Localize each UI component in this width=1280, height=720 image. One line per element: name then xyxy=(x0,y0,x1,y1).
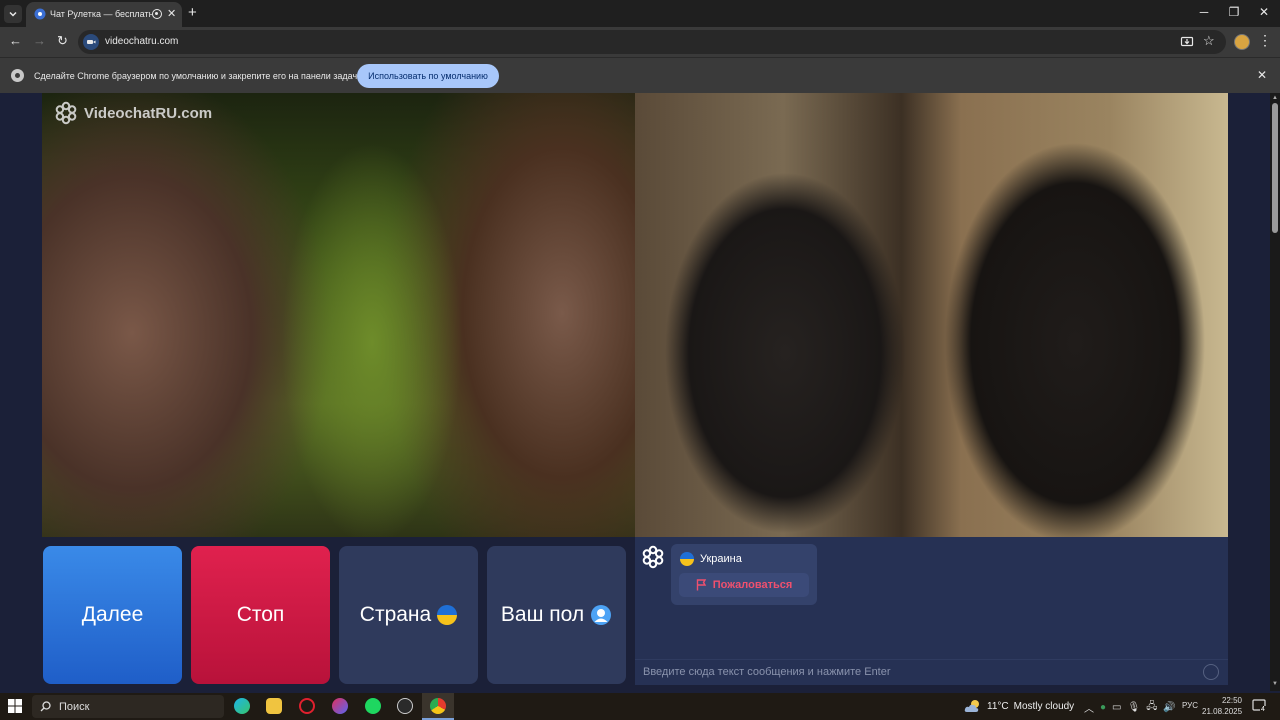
steam-icon[interactable] xyxy=(397,698,413,714)
bookmark-star-icon[interactable]: ☆ xyxy=(1203,33,1215,49)
search-label: Поиск xyxy=(59,700,90,713)
battery-icon[interactable]: ▭ xyxy=(1112,702,1121,713)
site-favicon-icon xyxy=(34,8,46,20)
new-tab-icon[interactable]: + xyxy=(188,4,197,21)
recording-icon xyxy=(152,9,162,19)
tab-search-button[interactable] xyxy=(4,5,22,23)
flag-icon xyxy=(696,579,706,591)
country-label: Страна xyxy=(359,603,432,626)
file-explorer-icon[interactable] xyxy=(266,698,282,714)
site-info-icon[interactable] xyxy=(83,34,99,50)
opera-icon[interactable] xyxy=(299,698,315,714)
logo-text: VideochatRU.com xyxy=(84,104,213,122)
country-button[interactable]: Страна xyxy=(339,546,478,684)
weather-widget[interactable]: 11°C Mostly cloudy xyxy=(964,699,1074,713)
report-button[interactable]: Пожаловаться xyxy=(679,573,809,597)
partner-video: VideochatRU.com xyxy=(42,93,635,537)
stop-button[interactable]: Стоп xyxy=(191,546,330,684)
temperature: 11°C xyxy=(987,700,1009,712)
scroll-down-icon[interactable]: ▼ xyxy=(1272,681,1278,687)
flower-logo-icon xyxy=(55,101,77,125)
taskbar: Поиск 11°C Mostly cloudy ︿ ● ▭ 🎙 🖧 🔊 РУС… xyxy=(0,693,1280,720)
address-bar[interactable]: videochatru.com ☆ xyxy=(78,30,1226,54)
chrome-taskbar-item[interactable] xyxy=(422,693,454,720)
tab-videochat[interactable]: Чат Рулетка — бесплатный ✕ xyxy=(26,2,182,27)
user-avatar-icon xyxy=(591,605,612,625)
chevron-down-icon xyxy=(9,11,17,17)
spotify-icon[interactable] xyxy=(365,698,381,714)
windows-start-icon[interactable] xyxy=(8,699,22,713)
page-scrollbar[interactable]: ▲ ▼ xyxy=(1270,93,1280,691)
clock-time: 22:50 xyxy=(1221,696,1242,705)
emoji-icon[interactable] xyxy=(1203,664,1219,680)
weather-text: Mostly cloudy xyxy=(1013,700,1075,712)
forward-icon[interactable]: → xyxy=(33,33,46,48)
infobar-close-icon[interactable]: ✕ xyxy=(1257,68,1267,82)
chrome-logo-icon xyxy=(11,69,24,82)
microphone-icon[interactable]: 🎙 xyxy=(1128,702,1141,713)
browser-toolbar: ← → ↻ videochatru.com ☆ ⋮ xyxy=(0,27,1280,57)
set-default-button[interactable]: Использовать по умолчанию xyxy=(357,64,499,88)
gender-label: Ваш пол xyxy=(500,603,585,626)
tab-title: Чат Рулетка — бесплатный xyxy=(50,9,152,19)
default-browser-infobar: Сделайте Chrome браузером по умолчанию и… xyxy=(0,57,1280,93)
edge-icon[interactable] xyxy=(234,698,250,714)
notification-count: 4 xyxy=(1260,706,1266,713)
clock-date: 21.08.2025 xyxy=(1202,707,1243,716)
chat-message-input[interactable] xyxy=(635,659,1228,683)
next-button[interactable]: Далее xyxy=(43,546,182,684)
minimize-icon[interactable]: ─ xyxy=(1194,5,1214,19)
chat-panel: Украина Пожаловаться xyxy=(635,537,1228,685)
tab-close-icon[interactable]: ✕ xyxy=(167,7,176,20)
videochat-page: VideochatRU.com Далее Стоп Страна Ваш по… xyxy=(0,93,1270,691)
volume-icon[interactable]: 🔊 xyxy=(1163,702,1175,713)
system-tray: ︿ ● ▭ 🎙 🖧 🔊 xyxy=(1084,699,1176,716)
security-icon[interactable]: ● xyxy=(1100,702,1106,713)
url-text[interactable]: videochatru.com xyxy=(105,36,178,47)
profile-avatar[interactable] xyxy=(1234,34,1250,50)
flower-logo-icon xyxy=(642,545,664,569)
taskbar-search[interactable]: Поиск xyxy=(32,695,224,718)
scroll-up-icon[interactable]: ▲ xyxy=(1272,95,1278,101)
language-indicator[interactable]: РУС xyxy=(1182,701,1198,710)
ukraine-flag-icon xyxy=(680,552,694,566)
chrome-icon xyxy=(430,698,446,714)
search-icon xyxy=(40,701,51,712)
install-app-icon[interactable] xyxy=(1180,35,1194,49)
messenger-icon[interactable] xyxy=(332,698,348,714)
scroll-thumb[interactable] xyxy=(1272,103,1278,233)
gender-button[interactable]: Ваш пол xyxy=(487,546,626,684)
notification-button[interactable]: 4 xyxy=(1252,698,1268,714)
site-logo: VideochatRU.com xyxy=(54,101,212,125)
cloud-moon-icon xyxy=(964,700,979,712)
next-label: Далее xyxy=(81,603,144,626)
restore-icon[interactable]: ❐ xyxy=(1224,5,1244,19)
clock[interactable]: 22:50 21.08.2025 xyxy=(1202,695,1242,717)
tab-strip: Чат Рулетка — бесплатный ✕ + ─ ❐ ✕ xyxy=(0,0,1280,27)
partner-country: Украина xyxy=(700,553,742,565)
chrome-menu-icon[interactable]: ⋮ xyxy=(1258,32,1272,49)
network-icon[interactable]: 🖧 xyxy=(1146,699,1157,716)
ukraine-flag-icon xyxy=(437,605,458,625)
reload-icon[interactable]: ↻ xyxy=(57,33,68,49)
stop-label: Стоп xyxy=(236,603,285,626)
close-window-icon[interactable]: ✕ xyxy=(1254,5,1274,19)
self-video xyxy=(635,93,1228,537)
show-hidden-icons-icon[interactable]: ︿ xyxy=(1084,700,1094,715)
infobar-message: Сделайте Chrome браузером по умолчанию и… xyxy=(34,71,360,81)
report-label: Пожаловаться xyxy=(712,579,793,591)
partner-info-card: Украина Пожаловаться xyxy=(671,544,817,605)
back-icon[interactable]: ← xyxy=(9,33,22,48)
